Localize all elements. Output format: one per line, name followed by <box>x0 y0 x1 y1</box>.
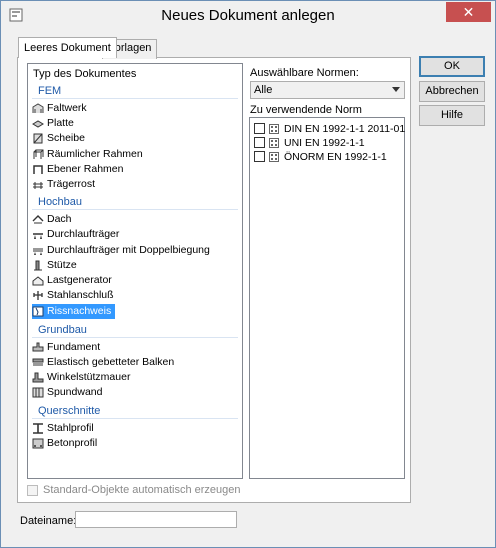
norm-checkbox[interactable] <box>254 123 265 134</box>
list-item-scheibe[interactable]: Scheibe <box>32 131 85 146</box>
stahlprofil-icon <box>33 423 43 434</box>
list-item-stahlanschluss[interactable]: Stahlanschluß <box>32 288 114 303</box>
filename-input[interactable] <box>75 511 237 528</box>
norm-icon <box>269 138 279 148</box>
spundwand-icon <box>32 387 44 398</box>
list-item-platte[interactable]: Platte <box>32 116 74 131</box>
winkelstuetzmauer-icon <box>32 372 44 383</box>
scheibe-icon <box>33 133 43 144</box>
list-item-betonprofil[interactable]: Betonprofil <box>32 436 97 451</box>
group-fem: FEM <box>38 85 62 97</box>
ebener-rahmen-icon <box>33 165 43 174</box>
normen-selected-value: Alle <box>254 84 273 96</box>
norm-item-din[interactable]: DIN EN 1992-1-1 2011-01 <box>254 122 405 136</box>
list-item-gebetteter-balken[interactable]: Elastisch gebetteter Balken <box>32 355 174 370</box>
norm-icon <box>269 152 279 162</box>
dialog-window: Neues Dokument anlegen ✕ Leeres Dokument… <box>0 0 496 548</box>
auto-objects-checkbox-row[interactable]: Standard-Objekte automatisch erzeugen <box>27 484 241 496</box>
norm-item-oenorm[interactable]: ÖNORM EN 1992-1-1 <box>254 150 387 164</box>
list-item-stuetze[interactable]: Stütze <box>32 258 77 273</box>
traegerrost-icon <box>33 182 43 189</box>
group-divider <box>32 98 238 99</box>
list-item-spundwand[interactable]: Spundwand <box>32 385 102 400</box>
ok-button[interactable]: OK <box>419 56 485 77</box>
betonprofil-icon <box>32 438 44 449</box>
raeumlicher-rahmen-icon <box>33 149 44 159</box>
list-item-winkelstuetzmauer[interactable]: Winkelstützmauer <box>32 370 130 385</box>
document-type-list[interactable]: Typ des Dokumentes FEM Faltwerk Platte S… <box>27 63 243 479</box>
normen-label: Auswählbare Normen: <box>250 67 359 79</box>
stahlanschluss-icon <box>33 291 43 300</box>
cancel-button[interactable]: Abbrechen <box>419 81 485 102</box>
lastgenerator-icon <box>32 276 44 286</box>
tab-leeres-dokument[interactable]: Leeres Dokument <box>18 37 117 58</box>
window-title: Neues Dokument anlegen <box>161 7 335 24</box>
normen-select[interactable]: Alle <box>250 81 405 99</box>
faltwerk-icon <box>32 103 44 113</box>
list-item-faltwerk[interactable]: Faltwerk <box>32 101 87 116</box>
group-divider <box>32 418 238 419</box>
platte-icon <box>32 120 44 128</box>
title-bar[interactable]: Neues Dokument anlegen ✕ <box>1 1 495 31</box>
list-item-rissnachweis[interactable]: Rissnachweis <box>32 304 116 319</box>
help-button[interactable]: Hilfe <box>419 105 485 126</box>
list-item-traegerrost[interactable]: Trägerrost <box>32 177 95 192</box>
list-item-durchlauftraeger[interactable]: Durchlaufträger <box>32 227 119 242</box>
close-button[interactable]: ✕ <box>446 2 491 22</box>
norm-list-label: Zu verwendende Norm <box>250 104 362 116</box>
norm-icon <box>269 124 279 134</box>
chevron-down-icon <box>392 87 400 92</box>
doppelbiegung-icon <box>33 248 43 255</box>
group-divider <box>32 209 238 210</box>
filename-label: Dateiname: <box>20 515 77 527</box>
rissnachweis-icon <box>32 306 44 317</box>
list-item-dach[interactable]: Dach <box>32 212 72 227</box>
norm-checkbox[interactable] <box>254 137 265 148</box>
group-divider <box>32 337 238 338</box>
norm-item-uni[interactable]: UNI EN 1992-1-1 <box>254 136 365 150</box>
auto-objects-checkbox[interactable] <box>27 485 38 496</box>
fundament-icon <box>32 342 44 352</box>
stuetze-icon <box>34 260 42 271</box>
group-querschnitte: Querschnitte <box>38 405 101 417</box>
durchlauftraeger-icon <box>33 233 43 239</box>
close-icon: ✕ <box>462 4 475 20</box>
group-hochbau: Hochbau <box>38 196 83 208</box>
norm-checkbox[interactable] <box>254 151 265 162</box>
gebetteter-balken-icon <box>32 358 44 366</box>
list-item-fundament[interactable]: Fundament <box>32 340 100 355</box>
list-item-ebener-rahmen[interactable]: Ebener Rahmen <box>32 162 123 177</box>
dach-icon <box>32 215 44 224</box>
list-item-stahlprofil[interactable]: Stahlprofil <box>32 421 94 436</box>
list-item-raeumlicher-rahmen[interactable]: Räumlicher Rahmen <box>32 147 143 162</box>
list-item-lastgenerator[interactable]: Lastgenerator <box>32 273 112 288</box>
group-grundbau: Grundbau <box>38 324 87 336</box>
document-type-header: Typ des Dokumentes <box>33 68 137 80</box>
auto-objects-label: Standard-Objekte automatisch erzeugen <box>43 484 241 496</box>
norm-list[interactable]: DIN EN 1992-1-1 2011-01 UNI EN 1992-1-1 … <box>249 117 405 479</box>
list-item-doppelbiegung[interactable]: Durchlaufträger mit Doppelbiegung <box>32 243 210 258</box>
